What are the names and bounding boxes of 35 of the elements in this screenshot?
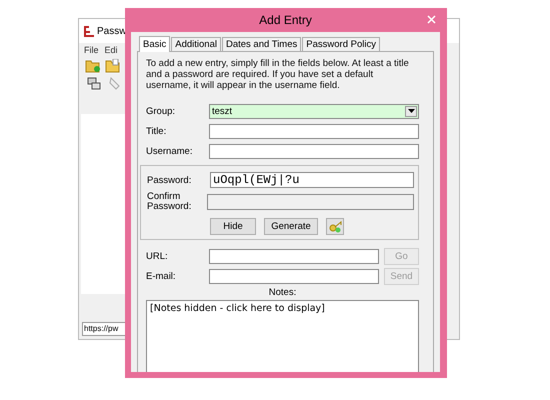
notes-area[interactable]: [Notes hidden - click here to display]	[146, 300, 419, 372]
field-label: Group:	[146, 106, 176, 116]
group-dropdown[interactable]: teszt	[209, 104, 419, 118]
folder-add-icon[interactable]	[85, 59, 101, 73]
window-title: Passw	[97, 26, 126, 36]
app-logo-icon	[83, 26, 94, 36]
computers-icon[interactable]	[87, 77, 101, 91]
email-field[interactable]	[209, 268, 379, 284]
field-label: Password:	[147, 174, 192, 186]
dialog-title: Add Entry	[259, 13, 312, 27]
notes-label: Notes:	[268, 287, 298, 298]
field-label: URL:	[146, 250, 169, 262]
username-field[interactable]	[209, 144, 419, 158]
close-icon[interactable]	[427, 15, 436, 24]
tab[interactable]: Additional	[171, 37, 221, 51]
field-label: Confirm Password:	[147, 192, 192, 212]
tab[interactable]: Password Policy	[302, 37, 380, 51]
menu-item[interactable]: Edi	[104, 45, 118, 55]
menu-item[interactable]: File	[84, 45, 99, 55]
field-label: E-mail:	[146, 270, 177, 282]
tag-icon[interactable]	[109, 77, 121, 91]
hide-button[interactable]: Hide	[210, 218, 256, 235]
dropdown-arrow-icon	[408, 109, 414, 113]
key-gen-button[interactable]	[326, 218, 344, 235]
field-label: Username:	[146, 146, 194, 156]
tab[interactable]: Dates and Times	[222, 37, 302, 51]
password-field[interactable]: uOqpl(EWj|?u	[210, 172, 414, 188]
tab[interactable]: Basic	[139, 36, 170, 52]
keys-icon	[328, 220, 342, 232]
field-label: Title:	[146, 126, 168, 136]
folder-icon[interactable]	[105, 59, 121, 73]
title-field[interactable]	[209, 124, 419, 138]
generate-button[interactable]: Generate	[264, 218, 318, 235]
url-field[interactable]	[209, 248, 379, 264]
instructions-text: To add a new entry, simply fill in the fields below. At least a title and a password are required. If you have set a default username, it will appear in the username field.	[146, 58, 410, 91]
